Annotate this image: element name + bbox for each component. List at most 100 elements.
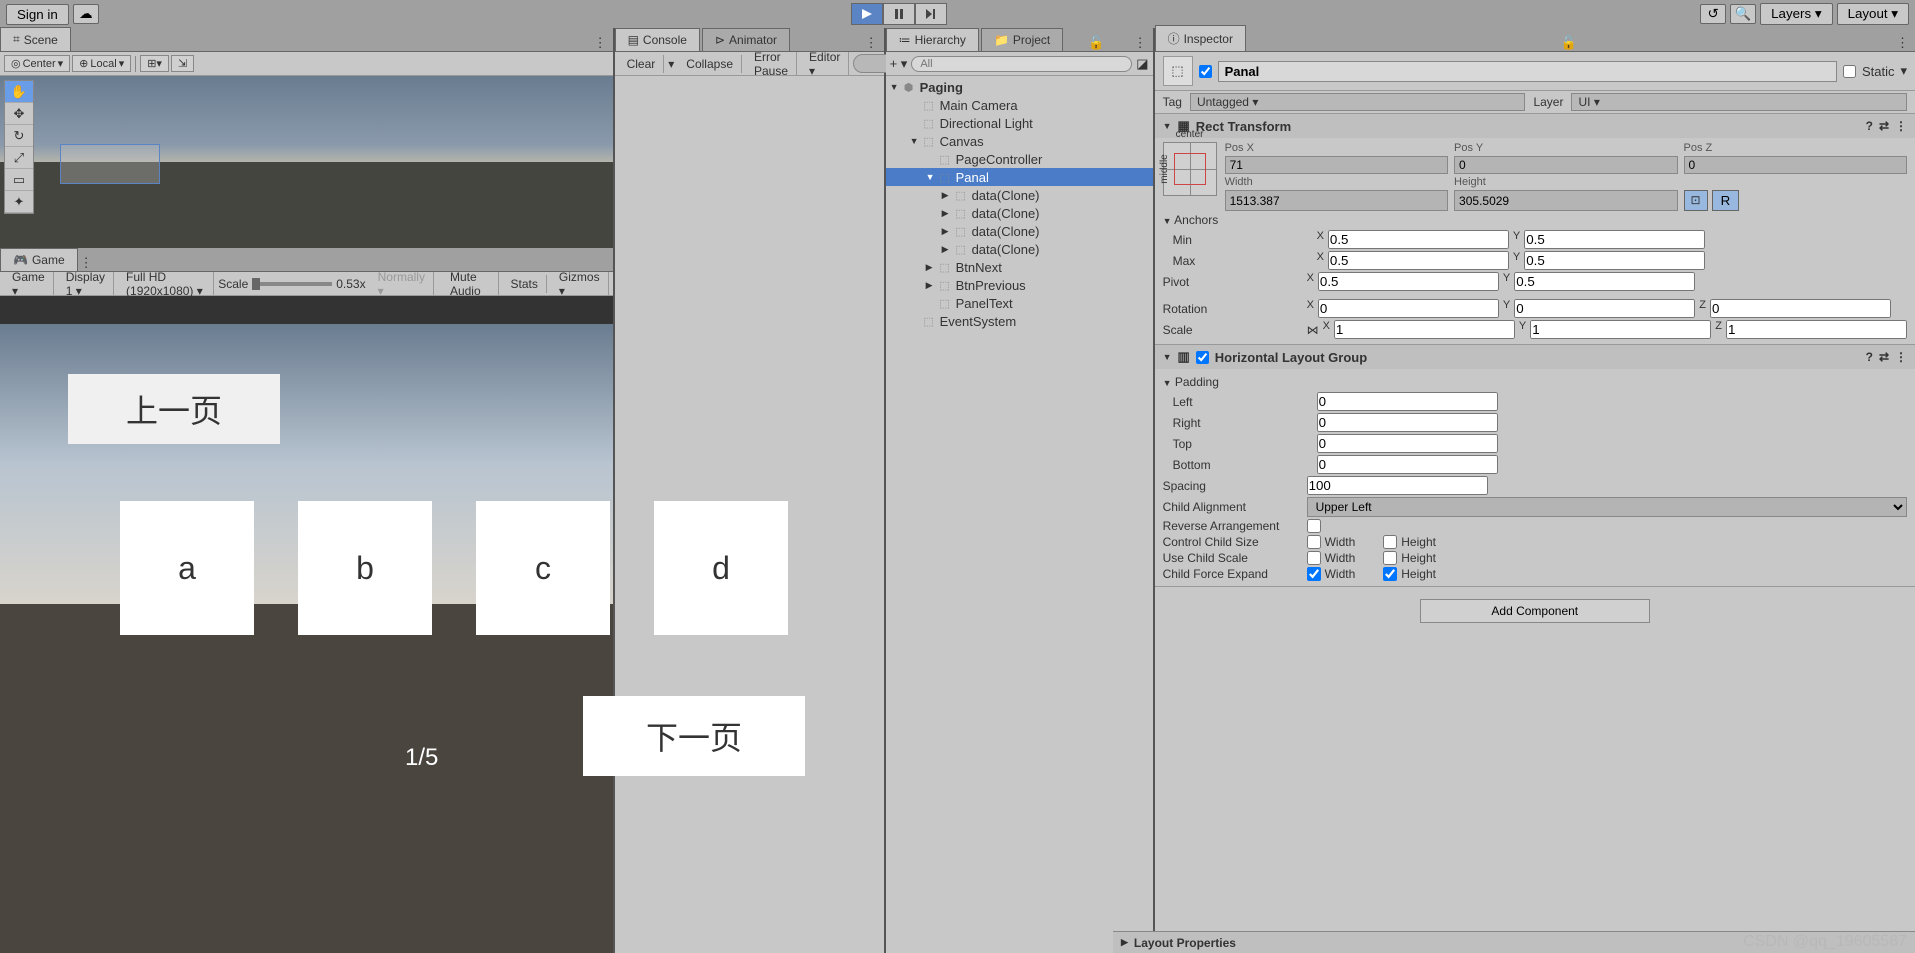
pivot-dropdown[interactable]: ◎Center ▾ <box>4 55 70 72</box>
rect-tool-icon[interactable]: ▭ <box>5 169 33 191</box>
hierarchy-tab-menu[interactable]: ⋮ <box>1128 35 1153 51</box>
tag-dropdown[interactable]: Untagged ▾ <box>1190 93 1526 111</box>
stats-toggle[interactable]: Stats <box>503 275 547 293</box>
rect-transform-header[interactable]: ▼ ▦ Rect Transform ?⇄⋮ <box>1155 114 1915 138</box>
sign-in-button[interactable]: Sign in <box>6 4 69 25</box>
prev-page-button[interactable]: 上一页 <box>68 374 280 444</box>
move-tool-icon[interactable]: ✥ <box>5 103 33 125</box>
rot-y[interactable] <box>1514 299 1695 318</box>
grid-snap-icon[interactable]: ⊞▾ <box>140 55 169 72</box>
hierarchy-item[interactable]: ▼⬚Panal <box>886 168 1153 186</box>
usescale-height-checkbox[interactable] <box>1383 551 1397 565</box>
clear-button[interactable]: Clear <box>619 55 665 73</box>
error-pause-button[interactable]: Error Pause <box>746 48 797 80</box>
console-tab-menu[interactable]: ⋮ <box>859 35 884 51</box>
blueprint-icon[interactable]: ⊡ <box>1684 190 1708 211</box>
usescale-width-checkbox[interactable] <box>1307 551 1321 565</box>
hierarchy-lock-icon[interactable]: 🔓 <box>1082 35 1110 51</box>
help-icon[interactable]: ? <box>1866 350 1873 364</box>
pos-z-input[interactable] <box>1684 156 1907 174</box>
tab-inspector[interactable]: ⓘInspector <box>1155 25 1246 51</box>
rot-z[interactable] <box>1710 299 1891 318</box>
cloud-icon[interactable]: ☁ <box>73 4 99 24</box>
spacing-input[interactable] <box>1307 476 1488 495</box>
card-b[interactable]: b <box>298 501 432 635</box>
preset-icon[interactable]: ⇄ <box>1879 350 1889 364</box>
hlg-header[interactable]: ▼ ▥ Horizontal Layout Group ?⇄⋮ <box>1155 345 1915 369</box>
anchor-min-y[interactable] <box>1524 230 1705 249</box>
tab-animator[interactable]: ⊳Animator <box>702 28 790 51</box>
game-dropdown[interactable]: Game ▾ <box>4 268 54 300</box>
collapse-button[interactable]: Collapse <box>678 55 742 73</box>
scale-tool-icon[interactable]: ⤢ <box>5 147 33 169</box>
search-icon[interactable]: 🔍 <box>1730 4 1756 24</box>
raw-edit-button[interactable]: R <box>1712 190 1740 211</box>
hierarchy-item[interactable]: ▶⬚BtnNext <box>886 258 1153 276</box>
gameobject-icon[interactable]: ⬚ <box>1163 56 1193 86</box>
filter-icon[interactable]: ◪ <box>1136 56 1148 72</box>
static-checkbox[interactable] <box>1843 65 1856 78</box>
link-icon[interactable]: ⋈ <box>1307 323 1319 337</box>
hierarchy-item[interactable]: ▶⬚data(Clone) <box>886 240 1153 258</box>
rotate-tool-icon[interactable]: ↻ <box>5 125 33 147</box>
hierarchy-item[interactable]: ▶⬚data(Clone) <box>886 204 1153 222</box>
hierarchy-item[interactable]: ⬚Directional Light <box>886 114 1153 132</box>
kebab-icon[interactable]: ⋮ <box>1895 119 1907 133</box>
step-button[interactable] <box>915 3 947 25</box>
child-alignment-dropdown[interactable]: Upper Left <box>1307 497 1907 517</box>
reverse-checkbox[interactable] <box>1307 519 1321 533</box>
tab-project[interactable]: 📁Project <box>981 28 1063 51</box>
kebab-icon[interactable]: ⋮ <box>1895 350 1907 364</box>
create-dropdown[interactable]: + ▾ <box>890 56 908 72</box>
hlg-enabled-checkbox[interactable] <box>1196 351 1209 364</box>
hierarchy-item[interactable]: ⬚PageController <box>886 150 1153 168</box>
padding-foldout[interactable]: ▼ Padding <box>1163 373 1907 391</box>
hierarchy-item[interactable]: ▼⬚Canvas <box>886 132 1153 150</box>
game-tab-menu[interactable]: ⋮ <box>80 255 93 271</box>
next-page-button[interactable]: 下一页 <box>583 696 805 776</box>
scale-x[interactable] <box>1334 320 1515 339</box>
anchor-max-x[interactable] <box>1328 251 1509 270</box>
pause-button[interactable] <box>883 3 915 25</box>
hierarchy-item[interactable]: ▶⬚data(Clone) <box>886 222 1153 240</box>
display-dropdown[interactable]: Display 1 ▾ <box>58 268 114 300</box>
mute-audio-toggle[interactable]: Mute Audio <box>442 268 499 300</box>
gameobject-name-input[interactable] <box>1218 61 1837 82</box>
hand-tool-icon[interactable]: ✋ <box>5 81 33 103</box>
scale-z[interactable] <box>1726 320 1907 339</box>
card-c[interactable]: c <box>476 501 610 635</box>
inspector-tab-menu[interactable]: ⋮ <box>1890 35 1915 51</box>
play-button[interactable] <box>851 3 883 25</box>
transform-tool-icon[interactable]: ✦ <box>5 191 33 213</box>
padding-bottom[interactable] <box>1317 455 1498 474</box>
hierarchy-item[interactable]: ⬚EventSystem <box>886 312 1153 330</box>
width-input[interactable] <box>1225 190 1448 211</box>
anchor-min-x[interactable] <box>1328 230 1509 249</box>
active-checkbox[interactable] <box>1199 65 1212 78</box>
editor-dropdown[interactable]: Editor ▾ <box>801 48 849 80</box>
hierarchy-item[interactable]: ⬚Main Camera <box>886 96 1153 114</box>
tab-scene[interactable]: ⌗Scene <box>0 27 71 51</box>
control-height-checkbox[interactable] <box>1383 535 1397 549</box>
aspect-dropdown[interactable]: Normally ▾ <box>370 268 434 300</box>
control-width-checkbox[interactable] <box>1307 535 1321 549</box>
layout-dropdown[interactable]: Layout ▾ <box>1837 3 1909 25</box>
add-component-button[interactable]: Add Component <box>1420 599 1650 623</box>
card-d[interactable]: d <box>654 501 788 635</box>
hierarchy-item[interactable]: ▶⬚data(Clone) <box>886 186 1153 204</box>
card-a[interactable]: a <box>120 501 254 635</box>
anchor-max-y[interactable] <box>1524 251 1705 270</box>
padding-right[interactable] <box>1317 413 1498 432</box>
expand-width-checkbox[interactable] <box>1307 567 1321 581</box>
pos-y-input[interactable] <box>1454 156 1677 174</box>
tab-game[interactable]: 🎮Game <box>0 248 78 271</box>
inspector-lock-icon[interactable]: 🔓 <box>1555 35 1583 51</box>
anchors-foldout[interactable]: ▼ Anchors <box>1163 211 1907 229</box>
gizmos-dropdown[interactable]: Gizmos ▾ <box>551 268 609 300</box>
layer-dropdown[interactable]: UI ▾ <box>1571 93 1907 111</box>
scale-y[interactable] <box>1530 320 1711 339</box>
padding-left[interactable] <box>1317 392 1498 411</box>
static-dropdown-icon[interactable]: ▾ <box>1900 63 1907 79</box>
layers-dropdown[interactable]: Layers ▾ <box>1760 3 1832 25</box>
scene-view[interactable]: ✋ ✥ ↻ ⤢ ▭ ✦ <box>0 76 613 248</box>
